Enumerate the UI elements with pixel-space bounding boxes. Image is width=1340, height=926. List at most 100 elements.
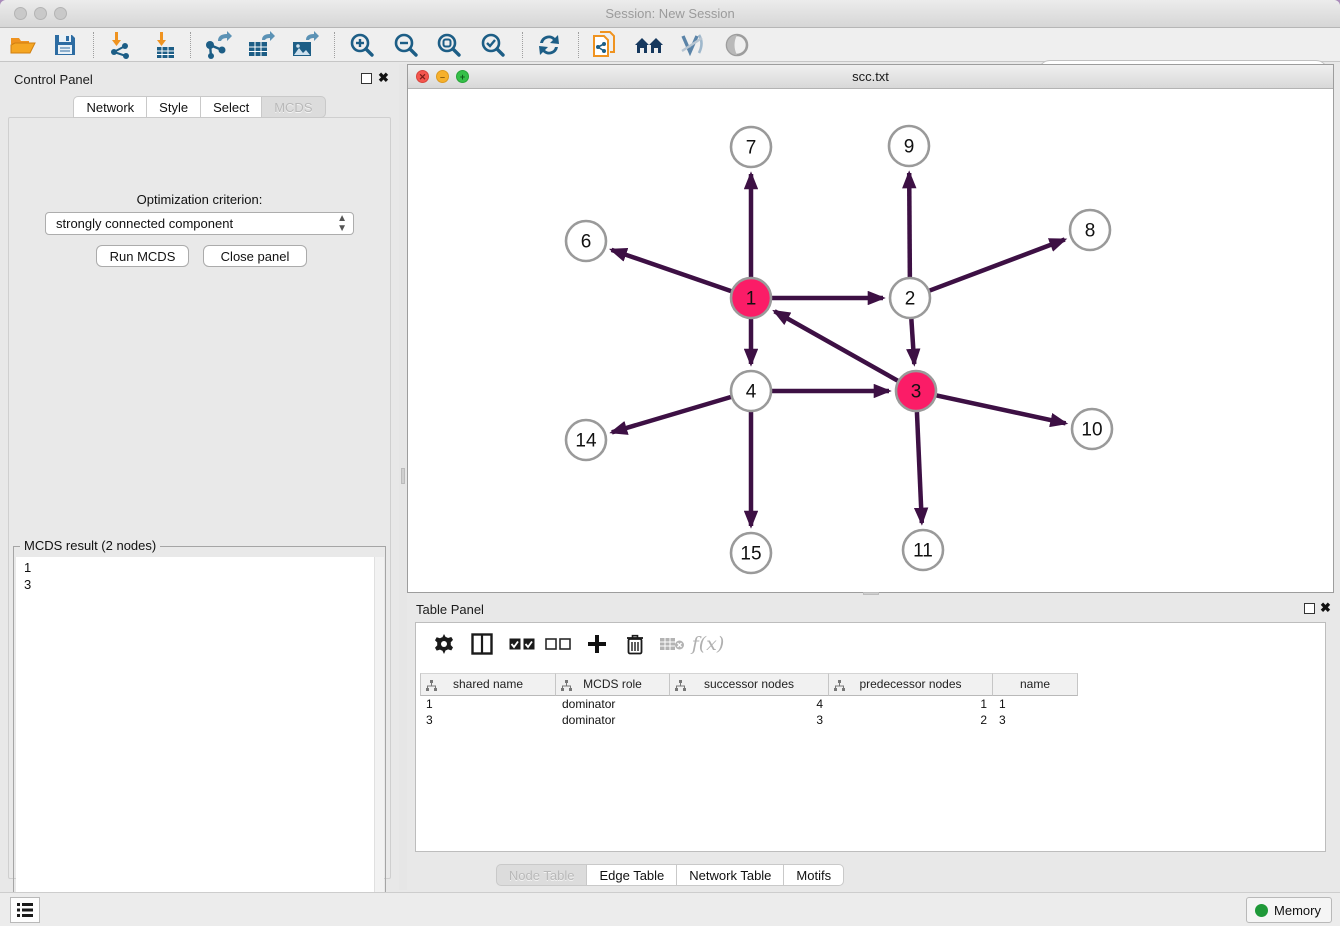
import-network-icon: [106, 31, 134, 59]
tab-style[interactable]: Style: [146, 96, 200, 118]
window-resize-grip[interactable]: [863, 592, 879, 595]
criterion-dropdown[interactable]: strongly connected component ▲▼: [45, 212, 354, 235]
table-cell: 3: [993, 712, 1078, 728]
open-session-button[interactable]: [6, 30, 40, 60]
task-history-button[interactable]: [10, 897, 40, 923]
chevron-updown-icon: ▲▼: [337, 214, 347, 234]
tab-select[interactable]: Select: [200, 96, 261, 118]
panel-splitter[interactable]: [399, 64, 407, 890]
zoom-in-button[interactable]: [345, 30, 379, 60]
zoom-selected-button[interactable]: [476, 30, 510, 60]
tab-network[interactable]: Network: [73, 96, 146, 118]
column-header-predecessor-nodes[interactable]: predecessor nodes: [829, 673, 993, 696]
tab-mcds[interactable]: MCDS: [261, 96, 325, 118]
node-1[interactable]: 1: [731, 278, 771, 318]
zoom-selected-icon: [480, 32, 506, 58]
add-column-button[interactable]: [581, 629, 613, 659]
column-header-MCDS-role[interactable]: MCDS role: [556, 673, 670, 696]
mcds-result-title: MCDS result (2 nodes): [20, 538, 160, 553]
table-settings-button[interactable]: [428, 629, 460, 659]
node-9[interactable]: 9: [889, 126, 929, 166]
memory-button[interactable]: Memory: [1246, 897, 1332, 923]
table-row[interactable]: 1dominator411: [420, 696, 1078, 712]
select-all-button[interactable]: [506, 629, 538, 659]
export-image-button[interactable]: [288, 30, 322, 60]
mcds-tab-content: Optimization criterion: strongly connect…: [8, 117, 391, 879]
node-6[interactable]: 6: [566, 221, 606, 261]
homes-icon: [633, 33, 665, 57]
control-panel-titlebar: Control Panel ✖: [0, 64, 399, 94]
status-bar: Memory: [0, 892, 1340, 926]
table-header-row: shared nameMCDS rolesuccessor nodesprede…: [420, 673, 1078, 696]
import-network-button[interactable]: [103, 30, 137, 60]
float-panel-icon[interactable]: [361, 73, 372, 84]
network-canvas[interactable]: 1 2 3 4 6 7 8 9 10 11 14 15: [408, 89, 1333, 592]
table-cell: dominator: [556, 696, 670, 712]
node-4[interactable]: 4: [731, 371, 771, 411]
export-table-icon: [246, 31, 276, 59]
clone-network-button[interactable]: [588, 30, 622, 60]
edge-3-1[interactable]: [775, 311, 898, 380]
node-8[interactable]: 8: [1070, 210, 1110, 250]
table-cell: 3: [420, 712, 556, 728]
table-row[interactable]: 3dominator323: [420, 712, 1078, 728]
list-icon: [16, 902, 34, 918]
edge-3-11[interactable]: [917, 412, 922, 523]
show-all-button[interactable]: [720, 30, 754, 60]
application-window: Session: New Session: [0, 0, 1340, 926]
edge-2-8[interactable]: [930, 240, 1065, 291]
node-3[interactable]: 3: [896, 371, 936, 411]
export-table-button[interactable]: [244, 30, 278, 60]
edge-3-10[interactable]: [937, 395, 1066, 423]
tab-network-table[interactable]: Network Table: [676, 864, 783, 886]
toolbar-separator: [93, 32, 94, 58]
column-header-shared-name[interactable]: shared name: [420, 673, 556, 696]
node-2[interactable]: 2: [890, 278, 930, 318]
node-table-container: f(x) shared nameMCDS rolesuccessor nodes…: [415, 622, 1326, 852]
svg-text:9: 9: [904, 137, 915, 158]
node-11[interactable]: 11: [903, 530, 943, 570]
svg-text:14: 14: [575, 431, 597, 452]
control-panel-title: Control Panel: [14, 72, 93, 87]
node-7[interactable]: 7: [731, 127, 771, 167]
first-neighbors-button[interactable]: [632, 30, 666, 60]
function-builder-button[interactable]: f(x): [692, 629, 724, 659]
tab-motifs[interactable]: Motifs: [783, 864, 844, 886]
deselect-all-button[interactable]: [542, 629, 574, 659]
close-panel-button[interactable]: Close panel: [203, 245, 307, 267]
edge-4-14[interactable]: [612, 397, 731, 432]
column-view-button[interactable]: [466, 629, 498, 659]
column-header-name[interactable]: name: [993, 673, 1078, 696]
refresh-button[interactable]: [532, 30, 566, 60]
delete-column-button[interactable]: [619, 629, 651, 659]
svg-text:1: 1: [746, 289, 757, 310]
table-float-icon[interactable]: [1304, 603, 1315, 614]
run-mcds-button[interactable]: Run MCDS: [96, 245, 189, 267]
tab-edge-table[interactable]: Edge Table: [586, 864, 676, 886]
hide-selected-button[interactable]: [675, 30, 709, 60]
node-14[interactable]: 14: [566, 420, 606, 460]
zoom-out-button[interactable]: [389, 30, 423, 60]
edge-1-6[interactable]: [612, 250, 732, 291]
table-close-icon[interactable]: ✖: [1320, 600, 1331, 616]
import-table-button[interactable]: [148, 30, 182, 60]
tab-node-table[interactable]: Node Table: [496, 864, 587, 886]
close-panel-icon[interactable]: ✖: [378, 70, 389, 86]
export-network-icon: [202, 31, 232, 59]
save-session-button[interactable]: [48, 30, 82, 60]
svg-text:10: 10: [1081, 420, 1102, 441]
edge-2-9[interactable]: [909, 173, 910, 277]
open-folder-icon: [10, 34, 36, 56]
svg-text:6: 6: [581, 232, 592, 253]
main-toolbar: [0, 28, 1340, 62]
export-network-button[interactable]: [200, 30, 234, 60]
delete-table-button[interactable]: [656, 629, 688, 659]
zoom-fit-button[interactable]: [432, 30, 466, 60]
table-panel: Table Panel ✖: [407, 596, 1334, 888]
column-header-successor-nodes[interactable]: successor nodes: [670, 673, 829, 696]
node-10[interactable]: 10: [1072, 409, 1112, 449]
edge-2-3[interactable]: [911, 319, 914, 364]
splitter-grip[interactable]: [401, 468, 405, 484]
hierarchy-icon: [675, 680, 686, 691]
node-15[interactable]: 15: [731, 533, 771, 573]
